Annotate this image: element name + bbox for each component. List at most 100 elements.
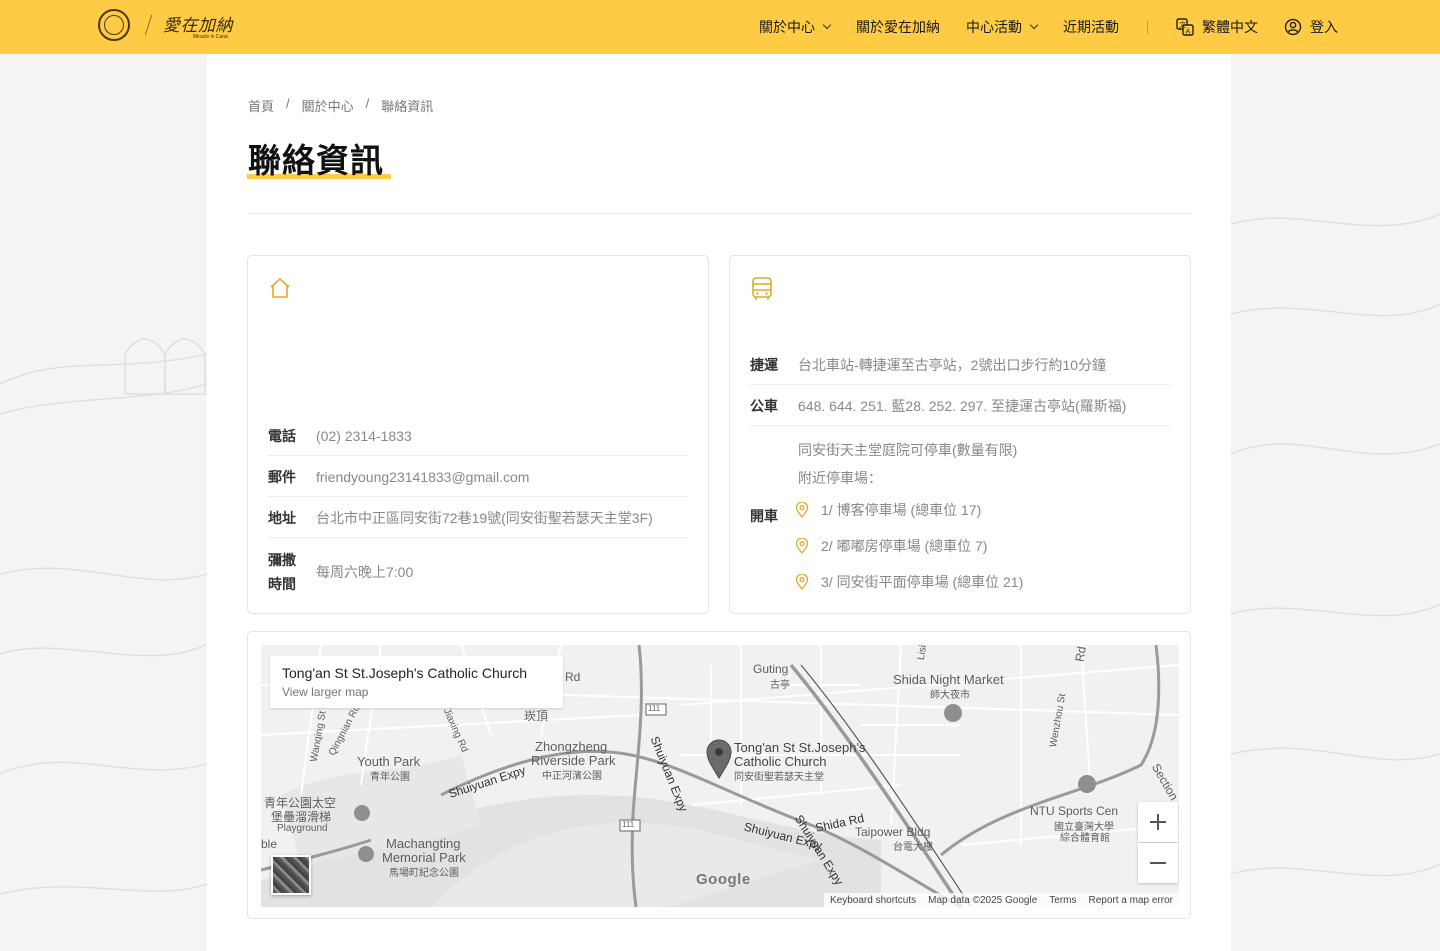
mass-time-value: 每周六晚上7:00 <box>316 564 414 580</box>
map-info-box: Tong'an St St.Joseph's Catholic Church V… <box>270 656 563 708</box>
map-label-rd: Rd <box>565 670 581 684</box>
map-label-machangting: Memorial Park <box>382 850 466 865</box>
breadcrumb-about[interactable]: 關於中心 <box>302 96 354 115</box>
map-marker-label: Catholic Church <box>734 754 827 769</box>
login-button[interactable]: 登入 <box>1284 17 1338 37</box>
map-label-shida: Shida Night Market <box>893 672 1004 687</box>
keyboard-shortcuts-link[interactable]: Keyboard shortcuts <box>830 895 916 906</box>
parking-lot-item: 3/ 同安街平面停車場 (總車位 21) <box>795 572 1023 592</box>
parking-lot-item: 1/ 博客停車場 (總車位 17) <box>795 500 1023 520</box>
mass-time-label-line2: 時間 <box>268 576 296 592</box>
seal-logo-icon <box>98 9 130 41</box>
map-label-playground: Playground <box>277 823 328 834</box>
map-card: Tong'an St St.Joseph's Catholic Church 同… <box>247 631 1191 919</box>
logo-wordmark: 愛在加納 Miracle in Canà <box>163 11 233 40</box>
embedded-map[interactable]: Tong'an St St.Joseph's Catholic Church 同… <box>261 645 1179 907</box>
nav-center-activities[interactable]: 中心活動 <box>966 17 1039 37</box>
page-title-text: 聯絡資訊 <box>248 142 384 179</box>
map-data-text: Map data ©2025 Google <box>928 894 1038 906</box>
nav-label: 關於愛在加納 <box>856 19 940 35</box>
zoom-out-button[interactable] <box>1138 843 1178 883</box>
breadcrumb-home[interactable]: 首頁 <box>248 96 274 115</box>
login-label: 登入 <box>1310 19 1338 35</box>
map-label-riverside: 中正河濱公園 <box>542 771 602 782</box>
nav-recent-activities[interactable]: 近期活動 <box>1063 17 1119 37</box>
map-label-taipower: 台電大樓 <box>893 842 933 853</box>
row-divider <box>750 384 1170 385</box>
map-label-ntu: 綜合體育館 <box>1060 833 1110 844</box>
parking-lot-label: 1/ 博客停車場 (總車位 17) <box>821 502 982 518</box>
car-parking-note: 同安街天主堂庭院可停車(數量有限) <box>798 442 1018 458</box>
nav-about-center[interactable]: 關於中心 <box>759 17 832 37</box>
parking-lot-label: 2/ 嘟嘟房停車場 (總車位 7) <box>821 538 988 554</box>
mass-time-label: 彌撒 時間 <box>268 548 316 596</box>
user-icon <box>1284 18 1302 36</box>
zoom-in-button[interactable] <box>1138 802 1178 842</box>
bus-label: 公車 <box>750 398 778 414</box>
minus-icon <box>1150 862 1166 864</box>
row-divider <box>268 455 688 456</box>
top-navigation-bar: 愛在加納 Miracle in Canà 關於中心 關於愛在加納 中心活動 近期… <box>0 0 1440 54</box>
nav-label: 近期活動 <box>1063 19 1119 35</box>
terms-link[interactable]: Terms <box>1049 895 1076 906</box>
nav-label: 中心活動 <box>966 19 1022 35</box>
map-label-guting: 古亭 <box>770 680 790 691</box>
map-attribution: Keyboard shortcuts Map data ©2025 Google… <box>823 893 1179 907</box>
transport-mrt-row: 捷運 台北車站-轉捷運至古亭站，2號出口步行約10分鐘 <box>750 355 1170 375</box>
parking-lot-item: 2/ 嘟嘟房停車場 (總車位 7) <box>795 536 1023 556</box>
map-label-riverside: Zhongzheng <box>535 739 608 754</box>
parking-lot-label: 3/ 同安街平面停車場 (總車位 21) <box>821 574 1024 590</box>
title-divider <box>248 213 1192 214</box>
bus-value: 648. 644. 251. 藍28. 252. 297. 至捷運古亭站(羅斯福… <box>798 398 1127 414</box>
report-error-link[interactable]: Report a map error <box>1089 895 1173 906</box>
breadcrumb: 首頁 / 關於中心 / 聯絡資訊 <box>248 96 433 115</box>
email-value[interactable]: friendyoung23141833@gmail.com <box>316 469 529 485</box>
map-place-title: Tong'an St St.Joseph's Catholic Church <box>282 665 528 681</box>
main-nav: 關於中心 關於愛在加納 中心活動 近期活動 文A 繁體中文 登入 <box>759 0 1338 54</box>
language-switcher[interactable]: 文A 繁體中文 <box>1176 17 1258 37</box>
page-title: 聯絡資訊 <box>247 134 391 182</box>
nav-about-cana[interactable]: 關於愛在加納 <box>856 17 940 37</box>
map-marker-label: 同安街聖若瑟天主堂 <box>734 772 824 783</box>
highway-shield: 111 <box>622 820 635 829</box>
contact-email-row: 郵件 friendyoung23141833@gmail.com <box>268 467 688 487</box>
nav-divider <box>1147 20 1148 34</box>
mass-time-label-line1: 彌撒 <box>268 552 296 568</box>
view-larger-map-link[interactable]: View larger map <box>282 685 551 699</box>
contact-mass-time-row: 彌撒 時間 每周六晚上7:00 <box>268 548 688 596</box>
bus-icon <box>752 277 772 300</box>
phone-label: 電話 <box>268 428 296 444</box>
translate-icon: 文A <box>1176 18 1194 36</box>
mrt-label: 捷運 <box>750 357 778 373</box>
map-label-guting: Guting <box>753 662 789 676</box>
map-label-machangting: 馬場町紀念公園 <box>389 868 459 879</box>
contact-address-row: 地址 台北市中正區同安街72巷19號(同安街聖若瑟天主堂3F) <box>268 508 688 528</box>
row-divider <box>268 496 688 497</box>
car-label: 開車 <box>750 508 778 524</box>
email-label: 郵件 <box>268 469 296 485</box>
map-label-taipower: Taipower Bldg <box>855 825 931 839</box>
logo-divider <box>144 15 153 35</box>
transport-car-row: 開車 同安街天主堂庭院可停車(數量有限) 附近停車場： 1/ 博客停車場 (總車… <box>750 436 1170 596</box>
chevron-down-icon <box>1029 20 1039 30</box>
map-label-riverside: Riverside Park <box>531 753 616 768</box>
contact-info-card: 電話 (02) 2314-1833 郵件 friendyoung23141833… <box>247 255 709 614</box>
plus-icon <box>1150 814 1166 830</box>
google-logo: Google <box>696 871 751 888</box>
transport-bus-row: 公車 648. 644. 251. 藍28. 252. 297. 至捷運古亭站(… <box>750 396 1170 416</box>
mrt-value: 台北車站-轉捷運至古亭站，2號出口步行約10分鐘 <box>798 357 1107 373</box>
map-label-ntu: NTU Sports Cen <box>1030 804 1119 818</box>
map-label-kanding: 崁頂 <box>524 709 549 723</box>
language-label: 繁體中文 <box>1202 19 1258 35</box>
site-logo[interactable]: 愛在加納 Miracle in Canà <box>98 9 233 41</box>
logo-main-text: 愛在加納 <box>163 15 233 36</box>
map-pin-icon <box>795 538 809 554</box>
map-label-youth-park: 青年公園 <box>370 772 410 783</box>
map-label-youth-park: Youth Park <box>357 754 421 769</box>
satellite-toggle[interactable] <box>271 855 311 895</box>
row-divider <box>750 425 1170 426</box>
phone-value[interactable]: (02) 2314-1833 <box>316 428 412 444</box>
row-divider <box>268 537 688 538</box>
map-label-edge: ble <box>261 837 278 851</box>
car-details: 同安街天主堂庭院可停車(數量有限) 附近停車場： 1/ 博客停車場 (總車位 1… <box>795 440 1023 592</box>
